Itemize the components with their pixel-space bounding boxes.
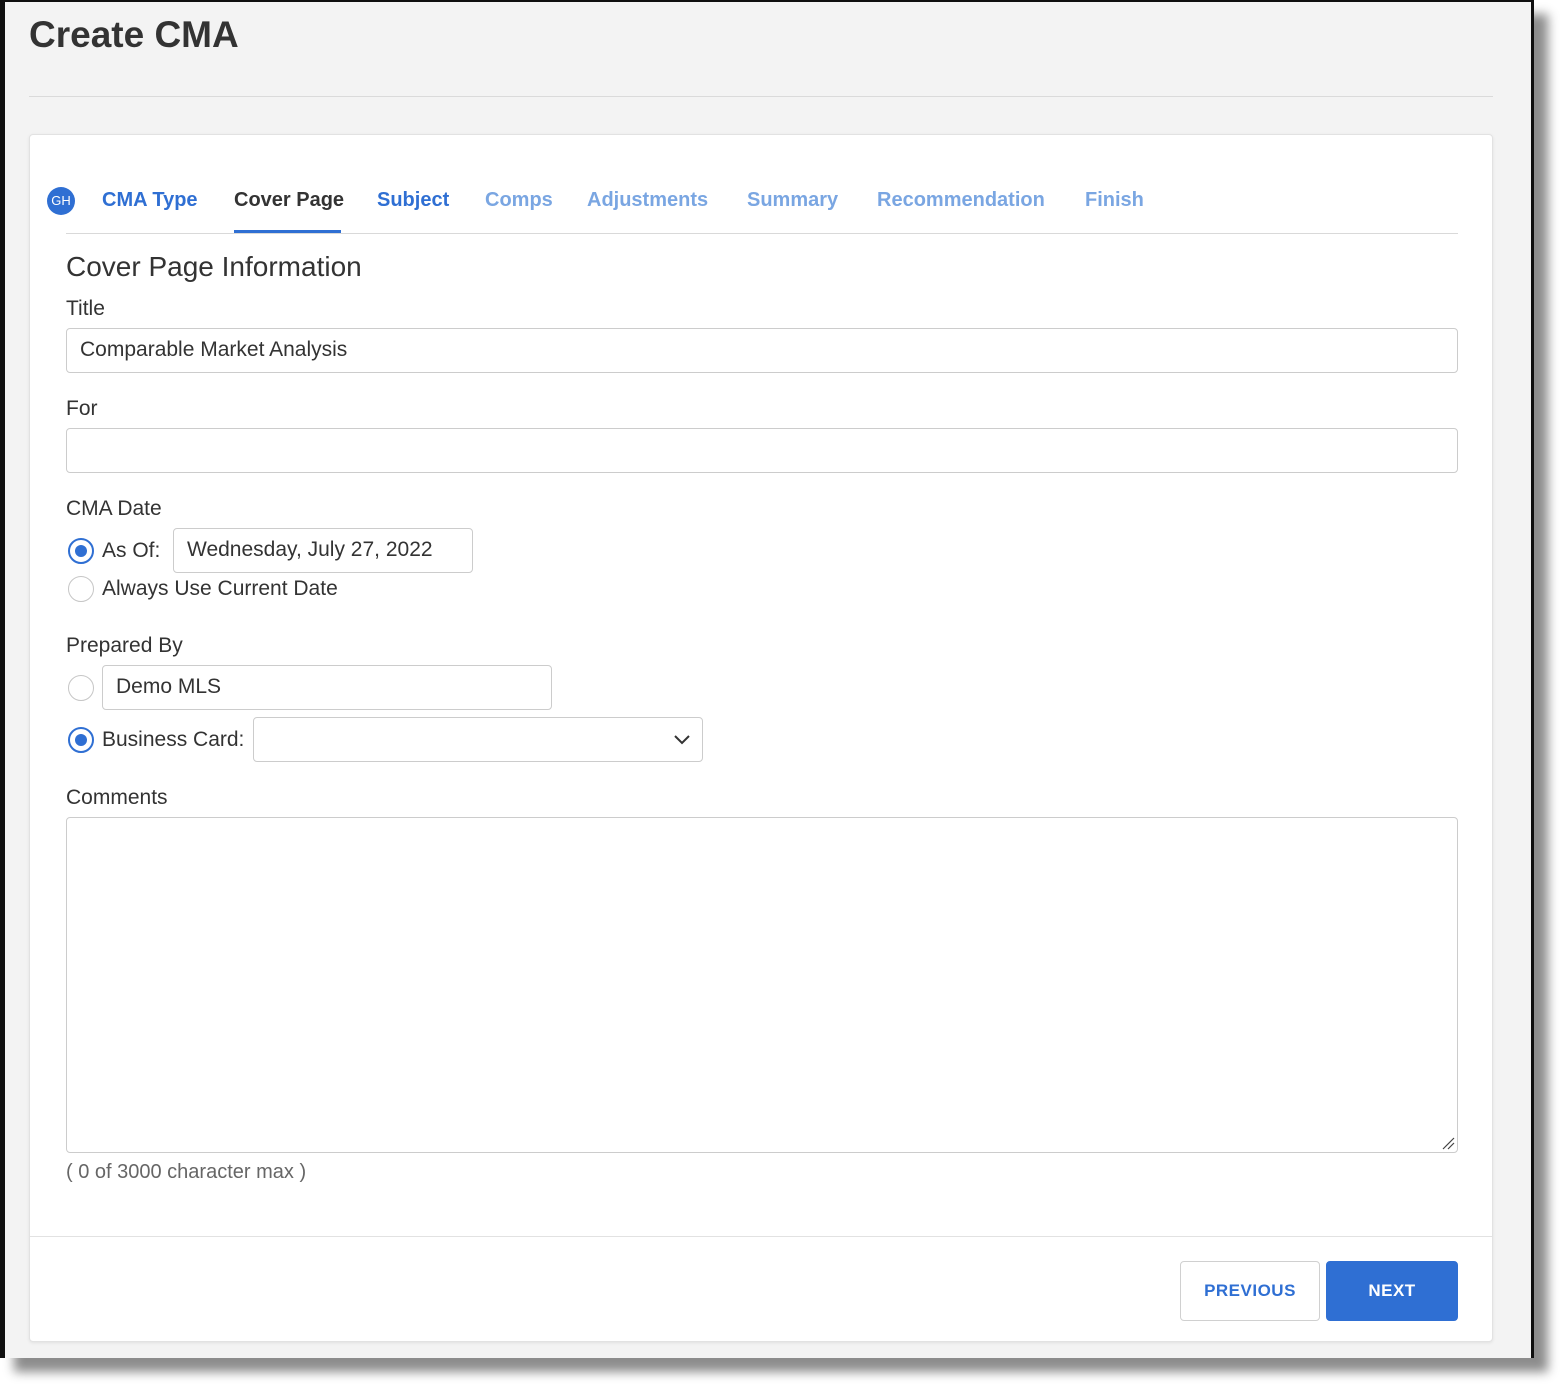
comments-label: Comments <box>66 786 168 809</box>
for-label: For <box>66 397 98 420</box>
tab-finish[interactable]: Finish <box>1085 189 1144 212</box>
app-frame: Create CMA GH CMA Type Cover Page Subjec… <box>0 0 1534 1358</box>
current-date-radio[interactable] <box>68 576 94 602</box>
tab-adjustments[interactable]: Adjustments <box>587 189 708 212</box>
page-title: Create CMA <box>29 14 239 55</box>
active-tab-indicator <box>234 230 341 233</box>
next-button[interactable]: NEXT <box>1326 1261 1458 1321</box>
title-divider <box>29 96 1493 97</box>
wizard-card: GH CMA Type Cover Page Subject Comps Adj… <box>29 134 1493 1342</box>
section-title: Cover Page Information <box>66 251 362 282</box>
tab-cma-type[interactable]: CMA Type <box>102 189 198 212</box>
as-of-radio[interactable] <box>68 538 94 564</box>
prepared-by-label: Prepared By <box>66 634 183 657</box>
title-input[interactable]: Comparable Market Analysis <box>66 328 1458 373</box>
footer-divider <box>30 1236 1492 1237</box>
business-card-label: Business Card: <box>102 728 245 751</box>
cma-date-label: CMA Date <box>66 497 162 520</box>
wizard-tabs: GH CMA Type Cover Page Subject Comps Adj… <box>47 175 1458 234</box>
tab-recommendation[interactable]: Recommendation <box>877 189 1045 212</box>
character-count: ( 0 of 3000 character max ) <box>66 1161 307 1183</box>
title-label: Title <box>66 297 105 320</box>
tab-summary[interactable]: Summary <box>747 189 838 212</box>
chevron-down-icon <box>674 735 690 745</box>
business-card-radio[interactable] <box>68 727 94 753</box>
as-of-date-input[interactable]: Wednesday, July 27, 2022 <box>173 528 473 573</box>
business-card-select[interactable] <box>253 717 703 762</box>
prepared-by-input[interactable]: Demo MLS <box>102 665 552 710</box>
prepared-by-name-radio[interactable] <box>68 675 94 701</box>
previous-button[interactable]: PREVIOUS <box>1180 1261 1320 1321</box>
for-input[interactable] <box>66 428 1458 473</box>
comments-textarea[interactable] <box>66 817 1458 1153</box>
user-avatar[interactable]: GH <box>47 187 75 215</box>
tab-comps[interactable]: Comps <box>485 189 553 212</box>
resize-grip-icon[interactable] <box>1441 1136 1455 1150</box>
tab-subject[interactable]: Subject <box>377 189 449 212</box>
current-date-label: Always Use Current Date <box>102 577 338 600</box>
tab-cover-page[interactable]: Cover Page <box>234 189 344 212</box>
as-of-label: As Of: <box>102 539 161 562</box>
